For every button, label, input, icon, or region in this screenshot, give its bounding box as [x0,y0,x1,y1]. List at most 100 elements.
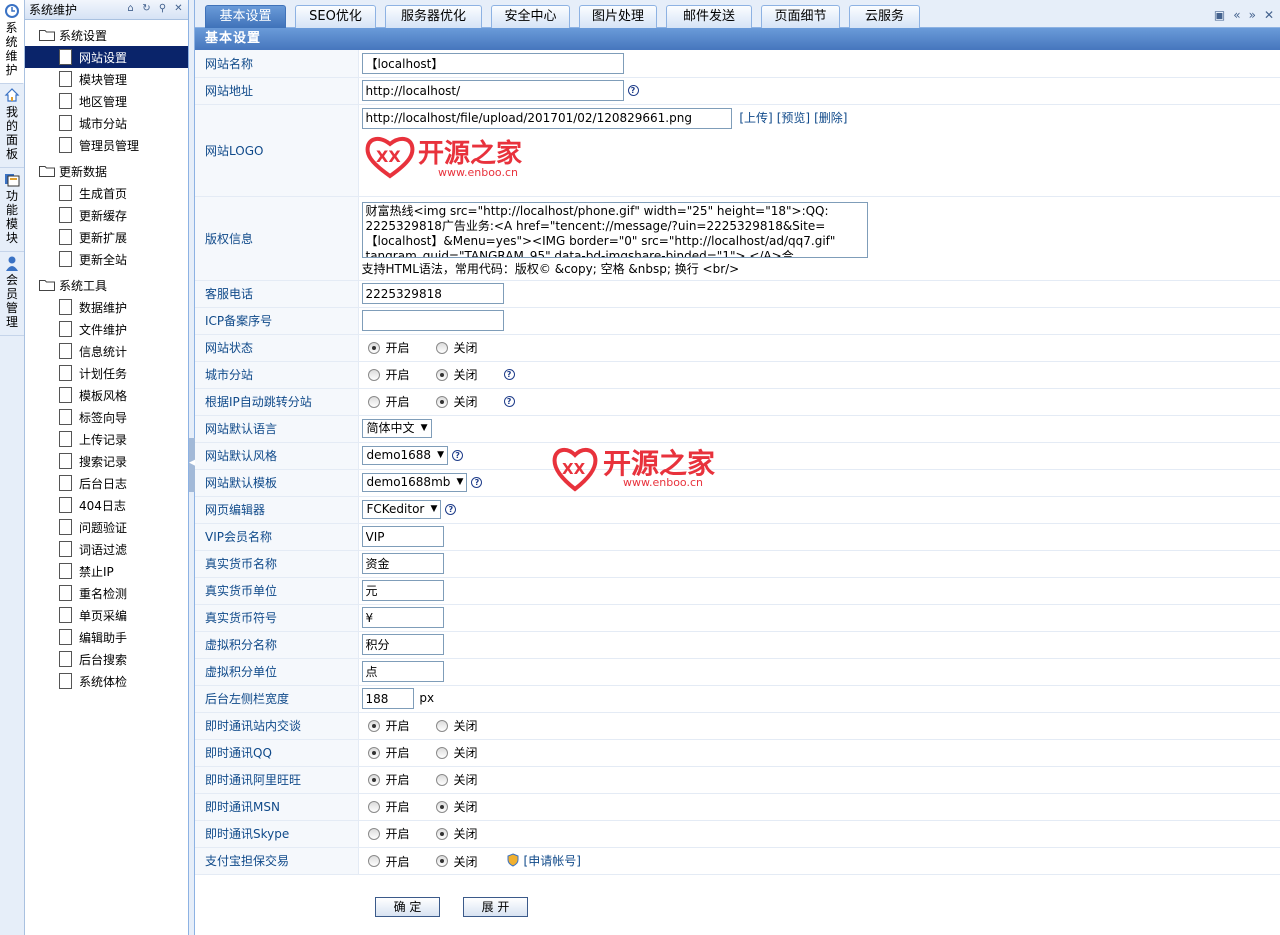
alipay-radio-on[interactable] [367,855,380,867]
ip-redirect-radio-off[interactable] [435,395,448,408]
im-chat-radio-on[interactable] [367,719,380,732]
next-icon[interactable]: » [1249,9,1256,21]
im-ali-radio-on[interactable] [367,773,380,786]
home-icon[interactable]: ⌂ [125,3,136,14]
sidebar-item[interactable]: 搜索记录 [25,450,188,472]
expand-button[interactable]: 展 开 [463,896,528,917]
tab-4[interactable]: 图片处理 [579,5,657,28]
sidebar-item[interactable]: 更新全站 [25,248,188,270]
sidebar-group-label: 更新数据 [59,164,108,179]
sidebar-item[interactable]: 404日志 [25,494,188,516]
im-qq-radio-off[interactable] [435,746,448,759]
apply-account-link[interactable]: [申请帐号] [524,854,581,868]
sidebar-item[interactable]: 网站设置 [25,46,188,68]
delete-link[interactable]: [删除] [814,111,847,125]
sidebar-item[interactable]: 后台搜索 [25,648,188,670]
sidebar-item[interactable]: 模板风格 [25,384,188,406]
money-unit-input[interactable] [361,580,444,601]
help-icon[interactable]: ? [627,85,639,96]
sidebar-group-header[interactable]: 更新数据 [25,160,188,182]
sidebar-item-label: 问题验证 [79,520,128,535]
confirm-button[interactable]: 确 定 [375,896,440,917]
money-name-input[interactable] [361,553,444,574]
vip-name-input[interactable] [361,526,444,547]
tab-5[interactable]: 邮件发送 [666,5,752,28]
sidebar-item[interactable]: 更新扩展 [25,226,188,248]
site-name-input[interactable] [361,52,624,74]
im-msn-radio-off[interactable] [435,800,448,813]
help-icon[interactable]: ? [452,450,464,461]
language-select[interactable]: 简体中文 [361,419,432,438]
sidebar-item[interactable]: 系统体检 [25,670,188,692]
tab-7[interactable]: 云服务 [849,5,920,28]
sidebar-item[interactable]: 重名检测 [25,582,188,604]
refresh-icon[interactable]: ↻ [141,3,152,14]
prev-icon[interactable]: « [1233,9,1240,21]
ip-redirect-radio-on[interactable] [367,395,380,408]
site-status-radio-off[interactable] [435,341,448,354]
im-skype-radio-off[interactable] [435,827,448,840]
sidebar-item[interactable]: 模块管理 [25,68,188,90]
site-status-radio-on[interactable] [367,341,380,354]
help-icon[interactable]: ? [503,369,515,380]
service-phone-input[interactable] [361,283,504,304]
help-icon[interactable]: ? [471,477,483,488]
form-row-icp: ICP备案序号 [195,307,1280,335]
tab-6[interactable]: 页面细节 [761,5,840,28]
help-icon[interactable]: ? [445,504,457,515]
tab-3[interactable]: 安全中心 [491,5,570,28]
template-select[interactable]: demo1688mb [361,473,468,492]
sidebar-item[interactable]: 生成首页 [25,182,188,204]
help-icon[interactable]: ? [503,396,515,407]
close-icon[interactable]: ✕ [1264,9,1274,21]
tab-1[interactable]: SEO优化 [295,5,376,28]
sidebar-item[interactable]: 数据维护 [25,296,188,318]
sidebar-item[interactable]: 编辑助手 [25,626,188,648]
im-ali-radio-off[interactable] [435,773,448,786]
sidebar-group-header[interactable]: 系统工具 [25,274,188,296]
sidebar-item[interactable]: 信息统计 [25,340,188,362]
credit-name-input[interactable] [361,634,444,655]
im-msn-radio-on[interactable] [367,800,380,813]
sidebar-width-input[interactable] [361,688,414,709]
strip-tab-panel[interactable]: 我的面板 [0,84,24,168]
style-select[interactable]: demo1688 [361,446,449,465]
site-url-input[interactable] [361,80,624,101]
credit-unit-input[interactable] [361,661,444,682]
site-logo-input[interactable] [361,107,732,129]
sidebar-item[interactable]: 问题验证 [25,516,188,538]
strip-tab-members[interactable]: 会员管理 [0,252,24,336]
im-skype-radio-on[interactable] [367,827,380,840]
strip-tab-system[interactable]: 系统维护 [0,0,24,84]
copyright-textarea[interactable]: 财富热线<img src="http://localhost/phone.gif… [361,201,868,258]
search-icon[interactable]: ⚲ [157,3,168,14]
money-symbol-input[interactable] [361,607,444,628]
sidebar-item[interactable]: 禁止IP [25,560,188,582]
sidebar-item[interactable]: 文件维护 [25,318,188,340]
sidebar-item[interactable]: 地区管理 [25,90,188,112]
city-site-radio-on[interactable] [367,368,380,381]
upload-link[interactable]: [上传] [739,111,772,125]
sidebar-item[interactable]: 词语过滤 [25,538,188,560]
tab-0[interactable]: 基本设置 [205,5,286,28]
icp-input[interactable] [361,310,504,331]
im-chat-radio-off[interactable] [435,719,448,732]
preview-link[interactable]: [预览] [777,111,810,125]
strip-tab-modules[interactable]: 功能模块 [0,168,24,252]
sidebar-group-header[interactable]: 系统设置 [25,24,188,46]
sidebar-item[interactable]: 上传记录 [25,428,188,450]
im-qq-radio-on[interactable] [367,746,380,759]
sidebar-item[interactable]: 计划任务 [25,362,188,384]
sidebar-item[interactable]: 单页采编 [25,604,188,626]
sidebar-item[interactable]: 更新缓存 [25,204,188,226]
sidebar-item[interactable]: 城市分站 [25,112,188,134]
sidebar-item[interactable]: 管理员管理 [25,134,188,156]
close-icon[interactable]: ✕ [173,3,184,14]
tab-2[interactable]: 服务器优化 [385,5,482,28]
alipay-radio-off[interactable] [435,855,448,867]
city-site-radio-off[interactable] [435,368,448,381]
editor-select[interactable]: FCKeditor [361,500,442,519]
sidebar-item[interactable]: 后台日志 [25,472,188,494]
sidebar-item[interactable]: 标签向导 [25,406,188,428]
window-icon[interactable]: ▣ [1214,9,1225,21]
